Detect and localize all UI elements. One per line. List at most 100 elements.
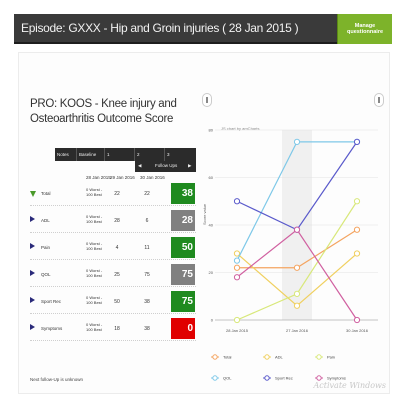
scroll-handle-left[interactable] bbox=[202, 93, 212, 107]
table-row: ADL 0 Worst - 100 Best 28 6 28 bbox=[30, 208, 196, 233]
data-point bbox=[233, 257, 241, 264]
episode-header: Episode: GXXX - Hip and Groin injuries (… bbox=[14, 14, 392, 44]
row-label: Pain bbox=[41, 245, 51, 250]
data-point bbox=[293, 264, 301, 271]
trend-arrow-icon bbox=[30, 270, 35, 276]
row-baseline: 50 bbox=[114, 299, 120, 305]
row-range: 0 Worst - 100 Best bbox=[86, 295, 103, 305]
y-tick-label: 0 bbox=[211, 318, 214, 323]
x-tick-label: 30 Jan 2016 bbox=[346, 328, 369, 333]
trend-arrow-icon bbox=[30, 324, 35, 330]
x-tick-label: 28 Jan 2015 bbox=[226, 328, 249, 333]
data-point bbox=[233, 274, 241, 281]
y-tick-label: 60 bbox=[209, 175, 214, 180]
data-point bbox=[353, 198, 361, 205]
table-header: Notes Baseline 1 2 3 bbox=[55, 148, 196, 161]
pro-title: PRO: KOOS - Knee injury and Osteoarthrit… bbox=[30, 98, 177, 125]
header-fu1: 1 bbox=[105, 148, 135, 161]
row-baseline: 25 bbox=[114, 272, 120, 278]
row-range: 0 Worst - 100 Best bbox=[86, 268, 103, 278]
row-score: 50 bbox=[171, 237, 195, 258]
data-point bbox=[233, 316, 241, 324]
row-label: Symptoms bbox=[41, 326, 63, 331]
row-fu1: 38 bbox=[144, 326, 150, 332]
follow-ups-label: Follow Ups bbox=[155, 163, 178, 168]
date-fu1: 29 Jan 2016 bbox=[110, 175, 135, 180]
manage-questionnaire-button[interactable]: Manage questionnaire bbox=[337, 14, 392, 44]
row-label: ADL bbox=[41, 218, 50, 223]
next-arrow-icon[interactable]: ▶ bbox=[188, 163, 191, 169]
data-point bbox=[353, 250, 361, 257]
episode-title: Episode: GXXX - Hip and Groin injuries (… bbox=[21, 21, 299, 35]
legend-label: Symptoms bbox=[327, 376, 346, 381]
table-row: QOL 0 Worst - 100 Best 25 75 75 bbox=[30, 262, 196, 287]
trend-arrow-icon bbox=[30, 216, 35, 222]
next-followup-note: Next follow-Up is unknown bbox=[30, 377, 84, 382]
row-fu1: 22 bbox=[144, 191, 150, 197]
legend-marker bbox=[212, 375, 218, 381]
data-point bbox=[353, 138, 361, 145]
data-point bbox=[353, 226, 361, 233]
chart-svg: JS chart by amChartsScore value020406080… bbox=[202, 126, 378, 381]
legend-label: ADL bbox=[275, 355, 284, 360]
y-tick-label: 40 bbox=[209, 223, 214, 228]
row-baseline: 22 bbox=[114, 191, 120, 197]
trend-arrow-icon bbox=[30, 191, 36, 197]
legend-marker bbox=[212, 354, 218, 360]
data-point bbox=[293, 302, 301, 309]
data-point bbox=[293, 226, 301, 233]
y-tick-label: 20 bbox=[209, 270, 214, 275]
legend-marker bbox=[316, 375, 322, 381]
data-point bbox=[233, 264, 241, 271]
header-baseline: Baseline bbox=[77, 148, 105, 161]
data-point bbox=[233, 198, 241, 205]
trend-arrow-icon bbox=[30, 297, 35, 303]
follow-ups-bar: ◀ Follow Ups ▶ bbox=[135, 161, 196, 172]
header-fu2: 2 bbox=[135, 148, 165, 161]
data-point bbox=[353, 316, 361, 324]
row-range: 0 Worst - 100 Best bbox=[86, 241, 103, 251]
row-score: 28 bbox=[171, 210, 195, 231]
legend-marker bbox=[264, 375, 270, 381]
row-label: Total bbox=[41, 191, 51, 196]
row-label: QOL bbox=[41, 272, 51, 277]
x-tick-label: 27 Jan 2016 bbox=[286, 328, 309, 333]
scores-chart: JS chart by amCharts Score value 0 20 40 60 80… bbox=[200, 92, 390, 392]
row-baseline: 28 bbox=[114, 218, 120, 224]
row-score: 75 bbox=[171, 291, 195, 312]
row-baseline: 18 bbox=[114, 326, 120, 332]
table-row: Total 0 Worst - 100 Best 22 22 38 bbox=[30, 181, 196, 206]
row-score: 38 bbox=[171, 183, 195, 204]
data-point bbox=[233, 250, 241, 257]
row-score: 75 bbox=[171, 264, 195, 285]
row-range: 0 Worst - 100 Best bbox=[86, 322, 103, 332]
table-row: Sport Rec 0 Worst - 100 Best 50 38 75 bbox=[30, 289, 196, 314]
legend-label: Sport Rec bbox=[275, 376, 293, 381]
legend-marker bbox=[316, 354, 322, 360]
row-fu1: 6 bbox=[145, 218, 149, 224]
scroll-handle-right[interactable] bbox=[374, 93, 384, 107]
header-fu3: 3 bbox=[167, 152, 170, 157]
table-row: Pain 0 Worst - 100 Best 4 11 50 bbox=[30, 235, 196, 260]
date-fu2: 30 Jan 2016 bbox=[140, 175, 165, 180]
row-range: 0 Worst - 100 Best bbox=[86, 214, 103, 224]
legend-label: QOL bbox=[223, 376, 232, 381]
row-range: 0 Worst - 100 Best bbox=[86, 187, 103, 197]
row-fu1: 11 bbox=[144, 245, 150, 251]
y-tick-label: 80 bbox=[209, 128, 214, 133]
watermark: Activate Windows bbox=[313, 381, 387, 390]
prev-arrow-icon[interactable]: ◀ bbox=[138, 163, 141, 169]
row-fu1: 38 bbox=[144, 299, 150, 305]
legend-label: Total bbox=[223, 355, 232, 360]
row-score: 0 bbox=[171, 318, 195, 339]
header-notes: Notes bbox=[55, 148, 77, 161]
data-point bbox=[293, 138, 301, 145]
date-baseline: 28 Jan 2015 bbox=[86, 175, 111, 180]
table-row: Symptoms 0 Worst - 100 Best 18 38 0 bbox=[30, 316, 196, 341]
y-axis-label: Score value bbox=[202, 203, 207, 225]
legend-label: Pain bbox=[327, 355, 335, 360]
legend-marker bbox=[264, 354, 270, 360]
trend-arrow-icon bbox=[30, 243, 35, 249]
data-point bbox=[293, 290, 301, 297]
row-label: Sport Rec bbox=[41, 299, 62, 304]
